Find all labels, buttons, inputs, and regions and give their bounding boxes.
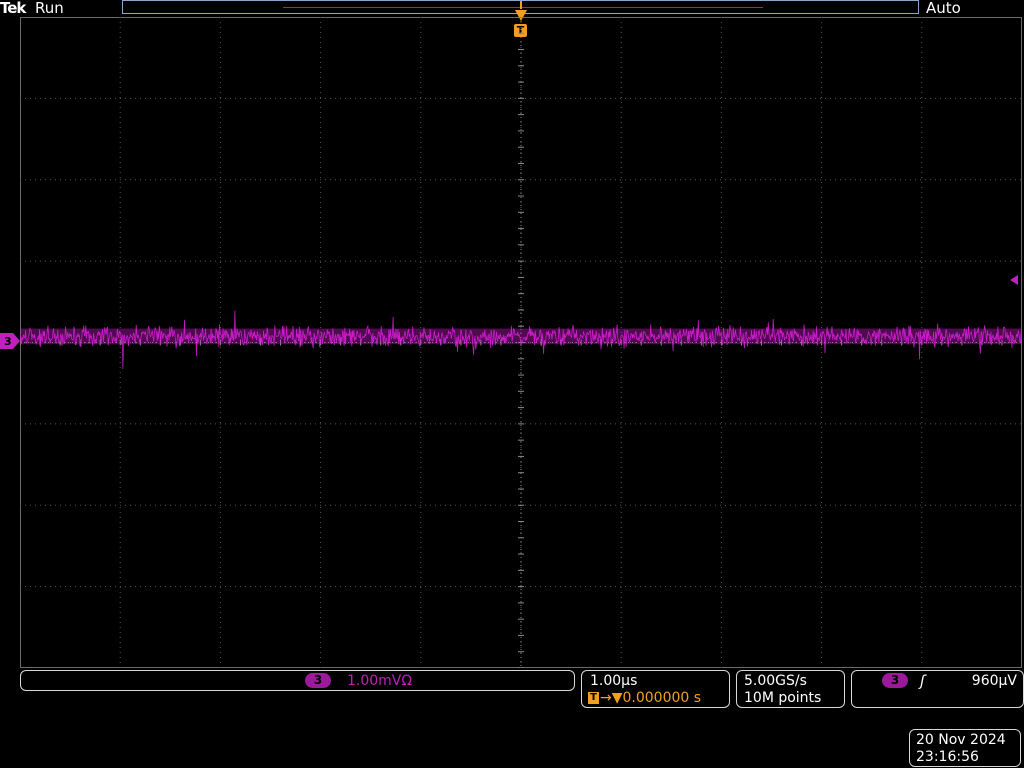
sample-rate: 5.00GS/s [744,673,807,689]
time: 23:16:56 [916,749,979,765]
rising-edge-icon: ʃ [920,672,926,690]
record-length: 10M points [744,690,822,706]
horizontal-position: 0.000000 s [622,690,702,706]
channel-badge: 3 [305,673,331,688]
trigger-mode: Auto [926,0,961,17]
channel-3-readout[interactable]: 3 1.00mVΩ [20,670,575,691]
trigger-t-icon: T [588,692,599,704]
trigger-readout[interactable]: 3 ʃ 960µV [851,670,1024,708]
channel-3-trace-band [20,328,1022,345]
status-bar: Tek Run Auto [0,0,1024,17]
channel-scale: 1.00mVΩ [347,673,413,689]
channel-marker-label: 3 [4,335,12,348]
waveform-display[interactable] [20,17,1022,668]
trigger-source-badge: 3 [882,673,908,688]
trigger-level-marker-icon[interactable] [1010,275,1020,285]
trigger-level: 960µV [971,673,1017,689]
brand-logo: Tek [0,0,26,17]
channel-3-ground-marker-icon[interactable]: 3 [0,333,20,349]
date: 20 Nov 2024 [916,732,1006,748]
acquisition-state: Run [35,0,64,17]
trigger-position-readout: T →▼0.000000 s [588,690,701,706]
acquisition-readout[interactable]: 5.00GS/s 10M points [736,670,845,708]
horizontal-scale: 1.00µs [590,673,638,689]
arrow-right-down-icon: →▼ [600,690,623,706]
timebase-readout[interactable]: 1.00µs T →▼0.000000 s [581,670,730,708]
datetime-readout: 20 Nov 2024 23:16:56 [909,729,1021,767]
